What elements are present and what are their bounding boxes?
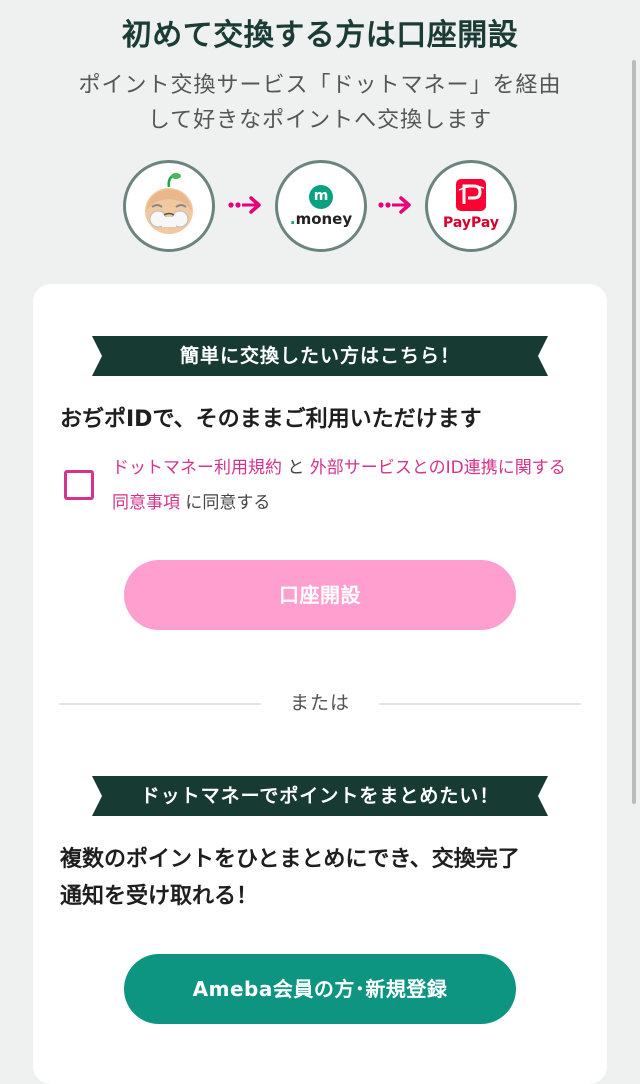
- ribbon-collect-points: ドットマネーでポイントをまとめたい！: [92, 776, 548, 816]
- lead-text-easy: おぢポIDで、そのままご利用いただけます: [60, 407, 482, 432]
- subtitle-line-1: ポイント交換サービス「ドットマネー」を経由: [78, 73, 562, 98]
- paypay-logo-icon: PayPay: [425, 160, 517, 252]
- scrollbar[interactable]: [632, 60, 636, 804]
- lead-collect-line-1: 複数のポイントをひとまとめにでき、交換完了: [60, 847, 520, 872]
- open-account-button[interactable]: 口座開設: [124, 560, 516, 630]
- divider-or-label: または: [289, 692, 350, 714]
- page-title: 初めて交換する方は口座開設: [121, 18, 519, 53]
- exchange-flow: m .money PayPay: [0, 160, 640, 252]
- consent-suffix: に同意する: [180, 493, 271, 513]
- lead-collect-line-2: 通知を受け取れる！: [60, 884, 259, 909]
- ribbon-collect-points-label: ドットマネーでポイントをまとめたい！: [140, 785, 500, 807]
- page-subtitle: ポイント交換サービス「ドットマネー」を経由 して好きなポイントへ交換します: [50, 68, 590, 138]
- subtitle-line-2: して好きなポイントへ交換します: [147, 108, 493, 133]
- lead-text-collect: 複数のポイントをひとまとめにでき、交換完了 通知を受け取れる！: [60, 841, 590, 915]
- arrow-right-icon: [228, 196, 261, 214]
- consent-and: と: [282, 458, 310, 478]
- dotmoney-label: money: [295, 210, 353, 228]
- consent-checkbox[interactable]: [64, 470, 94, 500]
- terms-link[interactable]: ドットマネー利用規約: [112, 458, 282, 478]
- arrow-right-icon: [378, 196, 411, 214]
- paypay-label: PayPay: [442, 215, 500, 231]
- consent-text: ドットマネー利用規約 と 外部サービスとのID連携に関する同意事項 に同意する: [112, 451, 582, 521]
- ameba-register-button[interactable]: Ameba会員の方･新規登録: [124, 954, 516, 1024]
- odigo-character-icon: [123, 160, 215, 252]
- dotmoney-logo-icon: m .money: [275, 160, 367, 252]
- ribbon-easy-exchange-label: 簡単に交換したい方はこちら！: [179, 345, 460, 367]
- ribbon-easy-exchange: 簡単に交換したい方はこちら！: [92, 336, 548, 376]
